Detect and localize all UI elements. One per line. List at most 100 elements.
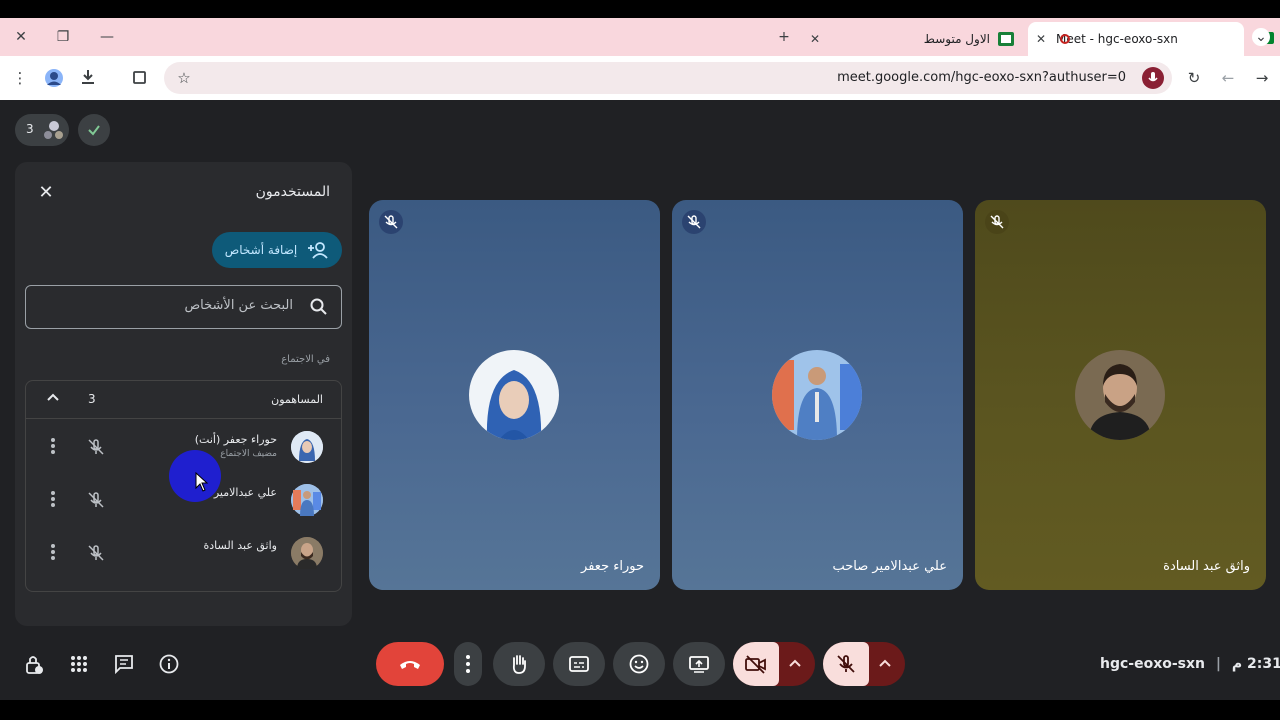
avatar (291, 537, 323, 569)
video-tile[interactable]: علي عبدالامير صاحب (672, 200, 963, 590)
group-label: المساهمون (271, 393, 323, 406)
host-controls-chip[interactable] (78, 114, 110, 146)
host-controls-lock-icon[interactable] (23, 653, 45, 675)
captions-icon (569, 656, 589, 672)
check-icon (88, 125, 100, 136)
reload-icon[interactable]: ↻ (1184, 68, 1204, 88)
forward-icon[interactable]: → (1252, 68, 1272, 88)
meeting-code: hgc-eoxo-sxn (1100, 656, 1205, 672)
download-icon[interactable] (78, 68, 98, 88)
more-options-icon[interactable] (48, 435, 58, 457)
search-placeholder: البحث عن الأشخاص (184, 298, 293, 313)
extensions-icon[interactable] (130, 68, 150, 88)
chevron-up-icon[interactable] (44, 389, 62, 407)
add-people-button[interactable]: إضافة أشخاص (212, 232, 342, 268)
mic-off-icon (837, 655, 855, 673)
tab-close-icon[interactable]: ✕ (1032, 32, 1050, 46)
avatar (291, 484, 323, 516)
more-options-button[interactable] (454, 642, 482, 686)
bookmark-star-icon[interactable]: ☆ (174, 68, 194, 88)
top-black-bar (0, 0, 1280, 18)
reactions-button[interactable] (613, 642, 665, 686)
participant-name: واثق عبد السادة (203, 539, 278, 552)
mouse-pointer-icon (195, 472, 209, 492)
sheets-icon (998, 32, 1014, 46)
browser-menu-icon[interactable]: ⋮ (10, 68, 30, 88)
tab-meet[interactable]: ✕ Meet - hgc-eoxo-sxn (1028, 22, 1274, 56)
avatar (291, 431, 323, 463)
contributors-header[interactable]: المساهمون 3 (26, 381, 341, 419)
browser-tabstrip: ✕ ❐ — + ✕ الاول متوسط ✕ Meet - hgc-eoxo-… (0, 18, 1280, 56)
tab-title: الاول متوسط (923, 32, 990, 46)
url-text: meet.google.com/hgc-eoxo-sxn?authuser=0 (837, 70, 1126, 85)
participant-role: مضيف الاجتماع (220, 449, 277, 459)
leave-call-button[interactable] (376, 642, 444, 686)
emoji-icon (629, 654, 649, 674)
window-restore-icon[interactable]: ❐ (52, 28, 74, 46)
tile-name: واثق عبد السادة (1163, 559, 1250, 574)
hand-icon (512, 655, 526, 674)
participant-row[interactable]: واثق عبد السادة (26, 527, 341, 579)
meeting-time: 2:31 م (1231, 656, 1280, 672)
search-icon (310, 298, 327, 315)
tile-name: حوراء جعفر (581, 559, 644, 574)
present-screen-button[interactable] (673, 642, 725, 686)
camera-off-icon (745, 655, 766, 674)
mic-control-group (823, 642, 905, 686)
hang-up-icon (400, 661, 420, 669)
back-icon[interactable]: ← (1218, 68, 1238, 88)
tab-class[interactable]: ✕ الاول متوسط (806, 22, 1024, 56)
add-people-label: إضافة أشخاص (224, 243, 298, 257)
tile-mic-off-icon (379, 210, 403, 234)
camera-toggle-button[interactable] (733, 642, 779, 686)
new-tab-icon[interactable]: + (773, 28, 795, 46)
group-count: 3 (88, 392, 96, 406)
search-people-input[interactable]: البحث عن الأشخاص (25, 285, 342, 329)
participant-count: 3 (26, 122, 34, 136)
recording-icon (1060, 34, 1070, 44)
more-options-icon[interactable] (48, 488, 58, 510)
captions-button[interactable] (553, 642, 605, 686)
tab-close-icon[interactable]: ✕ (806, 32, 824, 46)
window-close-icon[interactable]: ✕ (10, 28, 32, 46)
people-panel: المستخدمون ✕ إضافة أشخاص البحث عن الأشخا… (15, 162, 352, 626)
chevron-up-icon[interactable] (877, 656, 893, 672)
more-vert-icon (466, 655, 470, 673)
mic-off-icon (88, 492, 104, 508)
meet-stage: 3 المستخدمون ✕ إضافة أشخاص البحث عن الأش… (0, 100, 1280, 700)
video-tile[interactable]: واثق عبد السادة (975, 200, 1266, 590)
tile-mic-off-icon (985, 210, 1009, 234)
camera-control-group (733, 642, 815, 686)
meeting-details: hgc-eoxo-sxn | 2:31 م (1100, 656, 1280, 672)
microphone-in-use-icon[interactable] (1142, 67, 1164, 89)
browser-toolbar: ⋮ ☆ meet.google.com/hgc-eoxo-sxn?authuse… (0, 56, 1280, 100)
more-options-icon[interactable] (48, 541, 58, 563)
divider: | (1215, 656, 1221, 672)
window-minimize-icon[interactable]: — (96, 28, 118, 46)
video-tile[interactable]: حوراء جعفر (369, 200, 660, 590)
participants-avatars-icon (43, 119, 65, 145)
participant-count-chip[interactable]: 3 (15, 114, 69, 146)
tile-avatar (1075, 350, 1165, 440)
profile-avatar[interactable] (44, 68, 64, 88)
mic-toggle-button[interactable] (823, 642, 869, 686)
mic-off-icon (88, 545, 104, 561)
present-icon (689, 656, 709, 673)
activities-grid-icon[interactable] (68, 653, 90, 675)
tab-search-icon[interactable]: ⌄ (1252, 28, 1270, 46)
add-person-icon (308, 242, 328, 259)
tile-avatar (772, 350, 862, 440)
tile-avatar (469, 350, 559, 440)
mic-off-icon (88, 439, 104, 455)
tab-title: Meet - hgc-eoxo-sxn (1056, 32, 1178, 46)
bottom-black-bar (0, 700, 1280, 720)
chevron-up-icon[interactable] (787, 656, 803, 672)
close-panel-icon[interactable]: ✕ (35, 182, 57, 204)
chat-icon[interactable] (113, 653, 135, 675)
tile-mic-off-icon (682, 210, 706, 234)
raise-hand-button[interactable] (493, 642, 545, 686)
cursor-highlight (169, 450, 221, 502)
address-bar[interactable]: ☆ meet.google.com/hgc-eoxo-sxn?authuser=… (164, 62, 1172, 94)
tile-name: علي عبدالامير صاحب (832, 559, 947, 574)
meeting-info-icon[interactable] (158, 653, 180, 675)
